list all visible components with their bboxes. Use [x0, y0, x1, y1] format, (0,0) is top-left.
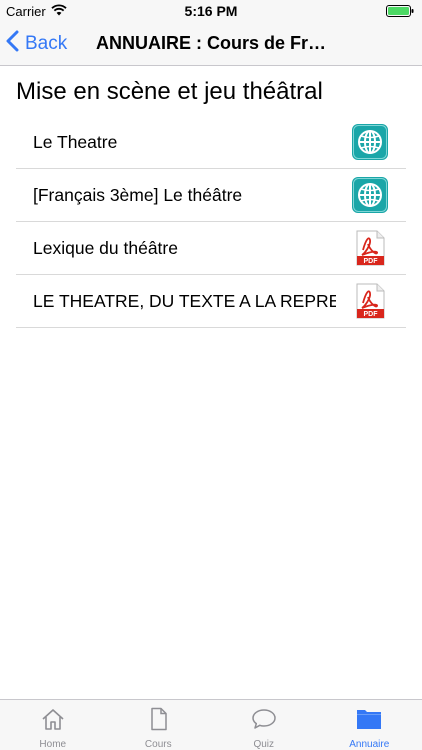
list-item-label: Lexique du théâtre	[33, 237, 178, 258]
section-title: Mise en scène et jeu théâtral	[16, 78, 323, 105]
tab-quiz[interactable]: Quiz	[211, 700, 317, 750]
tab-cours[interactable]: Cours	[106, 700, 212, 750]
page-title: ANNUAIRE : Cours de Fran...	[96, 33, 336, 53]
pdf-badge-label: PDF	[364, 258, 379, 265]
back-button[interactable]: Back	[6, 22, 67, 66]
pdf-icon: PDF	[352, 283, 388, 319]
folder-icon	[355, 707, 383, 736]
list-item[interactable]: Le Theatre	[16, 116, 406, 169]
tab-label: Cours	[144, 739, 172, 750]
globe-icon	[352, 177, 388, 213]
globe-icon	[352, 124, 388, 160]
navigation-bar: Back ANNUAIRE : Cours de Fran...	[0, 22, 422, 66]
resource-list: Le Theatre [Français 3ème] Le théâtre Le…	[16, 116, 406, 328]
chevron-left-icon	[6, 30, 19, 58]
tab-annuaire[interactable]: Annuaire	[317, 700, 422, 750]
tab-label: Quiz	[253, 739, 275, 750]
chat-bubble-icon	[251, 707, 277, 736]
list-item-label: [Français 3ème] Le théâtre	[33, 184, 243, 205]
document-icon	[145, 707, 171, 736]
list-item[interactable]: [Français 3ème] Le théâtre	[16, 169, 406, 222]
status-bar: Carrier 5:16 PM	[0, 0, 422, 22]
pdf-badge-label: PDF	[364, 311, 379, 318]
home-icon	[40, 707, 66, 736]
battery-icon	[386, 5, 414, 20]
list-item-label: LE THEATRE, DU TEXTE A LA REPRESE	[33, 290, 336, 311]
status-time: 5:16 PM	[184, 3, 238, 19]
pdf-icon: PDF	[352, 230, 388, 266]
app-screen: Carrier 5:16 PM Back ANNUAIRE: Cours de…	[0, 0, 422, 750]
back-label: Back	[25, 33, 68, 54]
tab-label: Home	[39, 739, 67, 750]
list-item-label: Le Theatre	[33, 131, 118, 152]
tab-label: Annuaire	[349, 739, 390, 750]
list-item[interactable]: LE THEATRE, DU TEXTE A LA REPRESE PDF	[16, 275, 406, 328]
tab-bar: Home Cours Quiz Annuaire	[0, 699, 422, 750]
tab-home[interactable]: Home	[0, 700, 106, 750]
list-item[interactable]: Lexique du théâtre PDF	[16, 222, 406, 275]
